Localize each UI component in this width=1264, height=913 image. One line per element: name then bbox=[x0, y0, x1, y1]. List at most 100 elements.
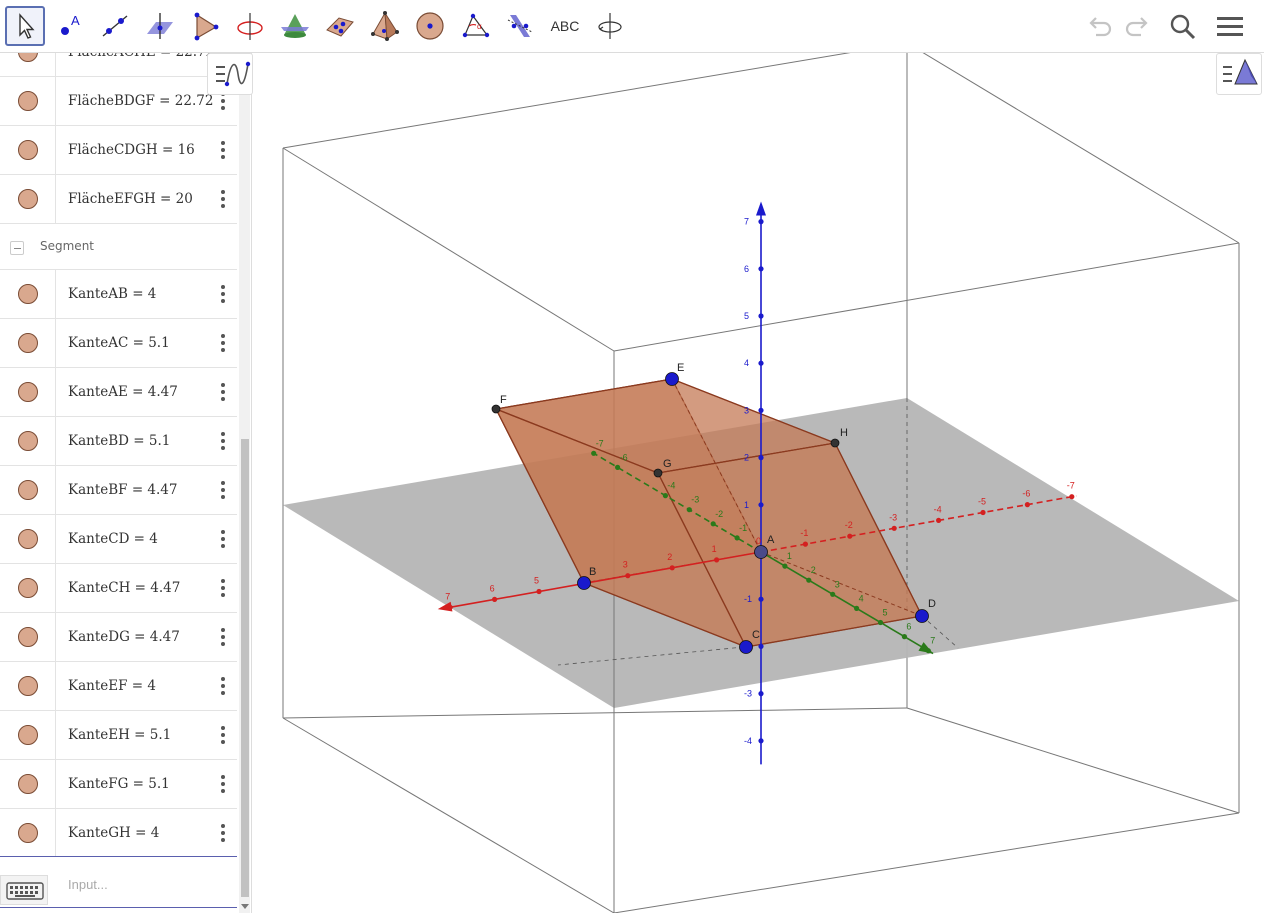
graphics-3d-view[interactable]: 7 6 5 3 2 1 0 -1 -2 -3 -4 -5 -6 -7 -7 -6 -4 -3 -2 -1 1 2 3 4 5 6 7… bbox=[258, 42, 1264, 913]
more-options-icon[interactable] bbox=[214, 282, 232, 306]
visibility-toggle[interactable] bbox=[18, 91, 38, 111]
algebra-scrollbar[interactable] bbox=[239, 53, 250, 913]
point-c[interactable] bbox=[739, 640, 753, 654]
point-label: G bbox=[663, 458, 672, 470]
algebra-row[interactable]: KanteEH = 5.1 bbox=[0, 711, 237, 760]
visibility-toggle[interactable] bbox=[18, 431, 38, 451]
more-options-icon[interactable] bbox=[214, 331, 232, 355]
visibility-toggle[interactable] bbox=[18, 823, 38, 843]
pyramid-tool-button[interactable] bbox=[365, 6, 405, 46]
more-options-icon[interactable] bbox=[214, 821, 232, 845]
algebra-row[interactable]: KanteCH = 4.47 bbox=[0, 564, 237, 613]
more-options-icon[interactable] bbox=[214, 625, 232, 649]
plane-tool-button[interactable] bbox=[320, 6, 360, 46]
menu-button[interactable] bbox=[1211, 8, 1249, 46]
x-tick-label: 7 bbox=[445, 591, 450, 601]
move-tool-icon bbox=[19, 13, 35, 39]
collapse-icon[interactable] bbox=[10, 241, 24, 255]
keyboard-button[interactable] bbox=[0, 875, 48, 905]
visibility-toggle[interactable] bbox=[18, 284, 38, 304]
algebra-row[interactable]: KanteAE = 4.47 bbox=[0, 368, 237, 417]
visibility-toggle[interactable] bbox=[18, 480, 38, 500]
point-g[interactable] bbox=[653, 468, 663, 478]
undo-button[interactable] bbox=[1081, 8, 1119, 46]
3d-scene[interactable]: 7 6 5 3 2 1 0 -1 -2 -3 -4 -5 -6 -7 -7 -6 -4 -3 -2 -1 1 2 3 4 5 6 7… bbox=[258, 42, 1264, 913]
algebra-row[interactable]: KanteBF = 4.47 bbox=[0, 466, 237, 515]
rotate-view-tool-button[interactable] bbox=[590, 6, 630, 46]
algebra-row[interactable]: FlächeBDGF = 22.72 bbox=[0, 77, 237, 126]
z-axis-arrow-icon bbox=[756, 201, 766, 216]
x-tick bbox=[1024, 502, 1030, 508]
more-options-icon[interactable] bbox=[214, 723, 232, 747]
more-options-icon[interactable] bbox=[214, 772, 232, 796]
algebra-row[interactable]: FlächeCDGH = 16 bbox=[0, 126, 237, 175]
algebra-row[interactable]: FlächeEFGH = 20 bbox=[0, 175, 237, 224]
sphere-tool-button[interactable] bbox=[410, 6, 450, 46]
visibility-toggle[interactable] bbox=[18, 578, 38, 598]
angle-tool-button[interactable]: α bbox=[455, 6, 495, 46]
algebra-view-style-button[interactable] bbox=[207, 53, 253, 95]
visibility-toggle[interactable] bbox=[18, 529, 38, 549]
algebra-row[interactable]: KanteBD = 5.1 bbox=[0, 417, 237, 466]
point-h[interactable] bbox=[830, 438, 840, 448]
visibility-toggle[interactable] bbox=[18, 382, 38, 402]
algebra-row[interactable]: FlächeACHE = 22.72 bbox=[0, 53, 237, 77]
more-options-icon[interactable] bbox=[214, 478, 232, 502]
y-tick bbox=[782, 563, 788, 569]
search-button[interactable] bbox=[1164, 8, 1202, 46]
more-options-icon[interactable] bbox=[214, 138, 232, 162]
point-f[interactable] bbox=[491, 404, 501, 414]
z-tick bbox=[758, 502, 764, 508]
z-tick-label: 3 bbox=[744, 405, 749, 415]
more-options-icon[interactable] bbox=[214, 674, 232, 698]
more-options-icon[interactable] bbox=[214, 380, 232, 404]
algebra-row-label: KanteAB = 4 bbox=[68, 286, 157, 302]
visibility-toggle[interactable] bbox=[18, 774, 38, 794]
graphics-view-style-button[interactable] bbox=[1216, 53, 1262, 95]
algebra-view: FlächeACHE = 22.72 FlächeBDGF = 22.72 Fl… bbox=[0, 53, 252, 913]
redo-button[interactable] bbox=[1118, 8, 1156, 46]
y-tick bbox=[830, 591, 836, 597]
more-options-icon[interactable] bbox=[214, 187, 232, 211]
algebra-row[interactable]: KanteFG = 5.1 bbox=[0, 760, 237, 809]
point-label: C bbox=[752, 629, 760, 641]
y-tick-label: -4 bbox=[667, 481, 675, 491]
algebra-row[interactable]: KanteAC = 5.1 bbox=[0, 319, 237, 368]
scrollbar-thumb[interactable] bbox=[241, 439, 249, 897]
reflect-tool-button[interactable] bbox=[500, 6, 540, 46]
algebra-row[interactable]: KanteDG = 4.47 bbox=[0, 613, 237, 662]
algebra-row[interactable]: KanteAB = 4 bbox=[0, 270, 237, 319]
algebra-input[interactable]: Input... bbox=[68, 877, 108, 892]
visibility-toggle[interactable] bbox=[18, 725, 38, 745]
point-tool-button[interactable]: A bbox=[50, 6, 90, 46]
visibility-toggle[interactable] bbox=[18, 627, 38, 647]
x-tick-label: -1 bbox=[800, 528, 808, 538]
x-tick bbox=[669, 565, 675, 571]
visibility-toggle[interactable] bbox=[18, 53, 38, 62]
perpendicular-line-tool-button[interactable] bbox=[140, 6, 180, 46]
algebra-row[interactable]: KanteCD = 4 bbox=[0, 515, 237, 564]
more-options-icon[interactable] bbox=[214, 576, 232, 600]
algebra-row[interactable]: KanteEF = 4 bbox=[0, 662, 237, 711]
z-tick-label: 5 bbox=[744, 311, 749, 321]
more-options-icon[interactable] bbox=[214, 527, 232, 551]
visibility-toggle[interactable] bbox=[18, 676, 38, 696]
more-options-icon[interactable] bbox=[214, 429, 232, 453]
line-tool-button[interactable] bbox=[95, 6, 135, 46]
polygon-tool-button[interactable] bbox=[185, 6, 225, 46]
visibility-toggle[interactable] bbox=[18, 333, 38, 353]
visibility-toggle[interactable] bbox=[18, 189, 38, 209]
circle-axis-tool-button[interactable] bbox=[230, 6, 270, 46]
point-a[interactable] bbox=[754, 545, 768, 559]
y-tick bbox=[615, 464, 621, 470]
algebra-row[interactable]: KanteGH = 4 bbox=[0, 809, 237, 858]
point-b[interactable] bbox=[577, 576, 591, 590]
text-tool-button[interactable]: ABC bbox=[545, 6, 585, 46]
scroll-down-icon[interactable] bbox=[241, 904, 249, 909]
move-tool-button[interactable] bbox=[5, 6, 45, 46]
point-e[interactable] bbox=[665, 372, 679, 386]
point-d[interactable] bbox=[915, 609, 929, 623]
intersect-surfaces-tool-button[interactable] bbox=[275, 6, 315, 46]
visibility-toggle[interactable] bbox=[18, 140, 38, 160]
group-header-segment[interactable]: Segment bbox=[0, 225, 237, 270]
